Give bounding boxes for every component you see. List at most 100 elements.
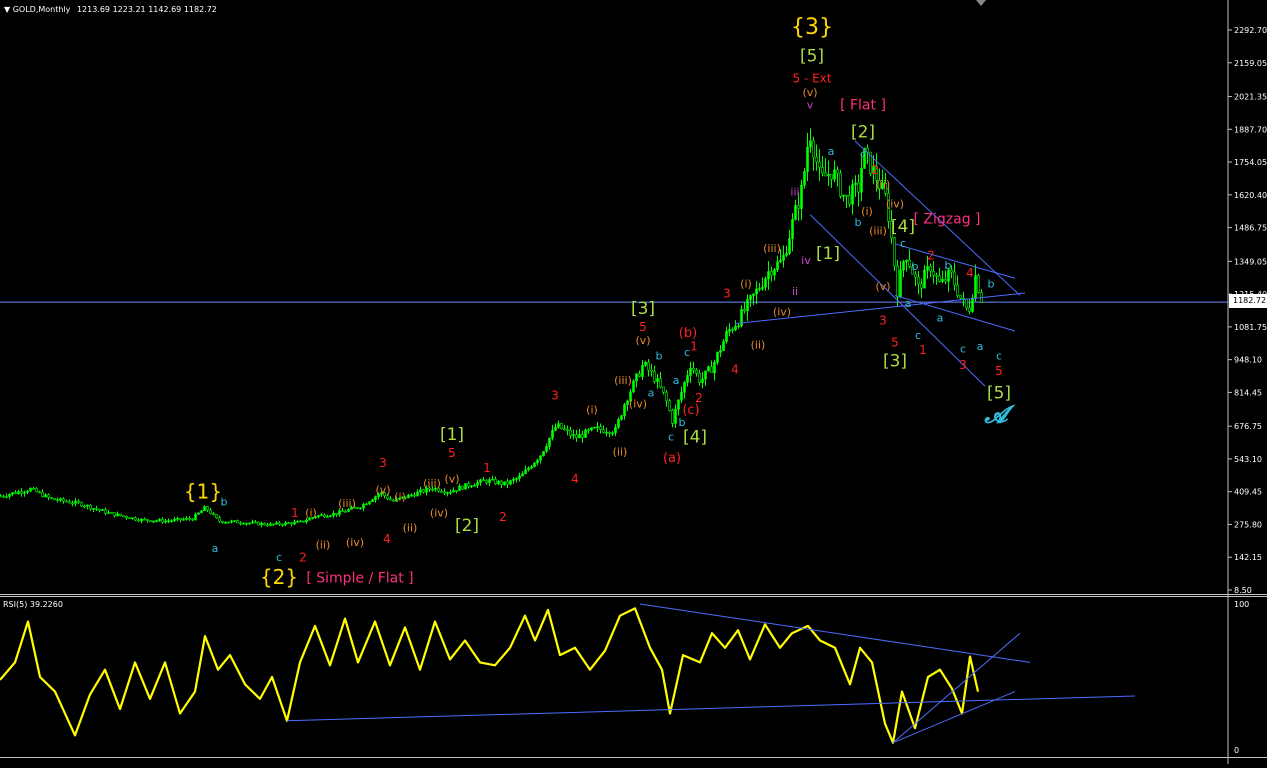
wave-label: [1] — [440, 425, 464, 445]
candle-body — [449, 491, 452, 494]
wave-label: a — [828, 145, 835, 158]
candle-body — [2, 495, 5, 498]
candle-body — [467, 483, 470, 487]
candle-body — [632, 380, 635, 393]
candle-body — [605, 432, 608, 434]
price-tick-label: 1754.05 — [1234, 158, 1267, 167]
candle-body — [767, 271, 770, 280]
candle-body — [671, 410, 674, 424]
symbol-title: GOLD,Monthly — [12, 5, 71, 14]
candle-body — [53, 498, 56, 501]
candle-body — [731, 329, 734, 331]
candle-body — [782, 255, 785, 261]
wave-label: 4 — [571, 472, 579, 486]
candle-body — [488, 479, 491, 483]
candle-body — [137, 519, 140, 522]
wave-label: iii — [790, 185, 799, 198]
chart-canvas[interactable]: 2292.70 2159.05 2021.35 1887.70 1754.05 1620.… — [0, 0, 1267, 764]
candle-body — [809, 140, 812, 148]
candle-body — [797, 205, 800, 209]
candle-body — [542, 451, 545, 457]
candle-body — [317, 515, 320, 518]
wave-label: 3 — [959, 358, 967, 372]
candle-body — [905, 259, 908, 262]
candle-body — [833, 169, 836, 180]
candle-body — [716, 352, 719, 363]
wave-label: [4] — [891, 217, 915, 237]
chart-window[interactable]: 2292.70 2159.05 2021.35 1887.70 1754.05 1620.… — [0, 0, 1267, 764]
candle-body — [296, 521, 299, 523]
candle-body — [584, 429, 587, 438]
candle-body — [590, 427, 593, 431]
candle-body — [332, 512, 335, 516]
price-tick-label: 676.75 — [1234, 422, 1262, 431]
candle-body — [182, 518, 185, 521]
dropdown-arrow-icon[interactable]: ▼ — [4, 5, 10, 14]
candle-body — [41, 492, 44, 498]
candle-body — [20, 491, 23, 494]
candle-body — [473, 485, 476, 487]
wave-label: b — [656, 350, 663, 363]
wave-label: b — [221, 496, 228, 509]
candle-body — [686, 375, 689, 383]
candle-body — [647, 361, 650, 371]
candle-body — [536, 459, 539, 464]
candle-body — [197, 512, 200, 515]
candle-body — [251, 521, 254, 524]
price-tick-label: 8.50 — [1234, 586, 1252, 595]
wave-label: c — [684, 346, 690, 359]
candle-body — [74, 500, 77, 504]
candle-body — [107, 512, 110, 514]
wave-label: (ii) — [316, 539, 331, 552]
candle-body — [287, 522, 290, 524]
wave-label: a — [212, 542, 219, 555]
candle-body — [764, 278, 767, 288]
price-tick-label: 2159.05 — [1234, 59, 1267, 68]
candle-body — [338, 510, 341, 515]
candle-body — [683, 381, 686, 393]
ohlc-values: 1213.69 1223.21 1142.69 1182.72 — [76, 5, 217, 14]
candle-body — [854, 182, 857, 185]
candle-body — [281, 524, 284, 526]
candle-body — [86, 504, 89, 507]
candle-body — [95, 507, 98, 510]
candle-body — [713, 361, 716, 373]
candle-body — [737, 325, 740, 328]
wave-label: 2 — [927, 249, 935, 263]
candle-body — [83, 505, 86, 508]
candle-body — [761, 286, 764, 289]
candle-body — [14, 492, 17, 495]
wave-label: (i) — [861, 205, 873, 218]
candle-body — [977, 275, 980, 293]
candle-body — [176, 518, 179, 520]
wave-label: (ii) — [613, 445, 628, 458]
candle-body — [284, 522, 287, 526]
candle-body — [407, 494, 410, 499]
candle-body — [635, 373, 638, 382]
candle-body — [158, 519, 161, 522]
candle-body — [788, 238, 791, 254]
candle-body — [371, 499, 374, 502]
wave-label: iv — [801, 254, 811, 267]
candle-body — [116, 513, 119, 517]
candle-body — [851, 184, 854, 205]
candle-body — [38, 491, 41, 494]
candle-body — [68, 501, 71, 504]
candle-body — [0, 495, 2, 498]
candle-body — [617, 419, 620, 428]
candle-body — [665, 391, 668, 402]
candle-body — [752, 293, 755, 296]
wave-label: 2 — [299, 550, 307, 564]
candle-body — [143, 518, 146, 521]
wave-label: (iii) — [423, 477, 441, 490]
wave-label: (i) — [740, 277, 752, 290]
candle-body — [71, 502, 74, 505]
wave-label: a — [937, 312, 944, 325]
candle-body — [173, 518, 176, 522]
wave-label: 1 — [919, 343, 927, 357]
candle-body — [821, 167, 824, 174]
candle-body — [98, 508, 101, 511]
wave-label: (iii) — [338, 497, 356, 510]
price-tick-label: 543.10 — [1234, 455, 1262, 464]
wave-label: [5] — [800, 46, 824, 66]
